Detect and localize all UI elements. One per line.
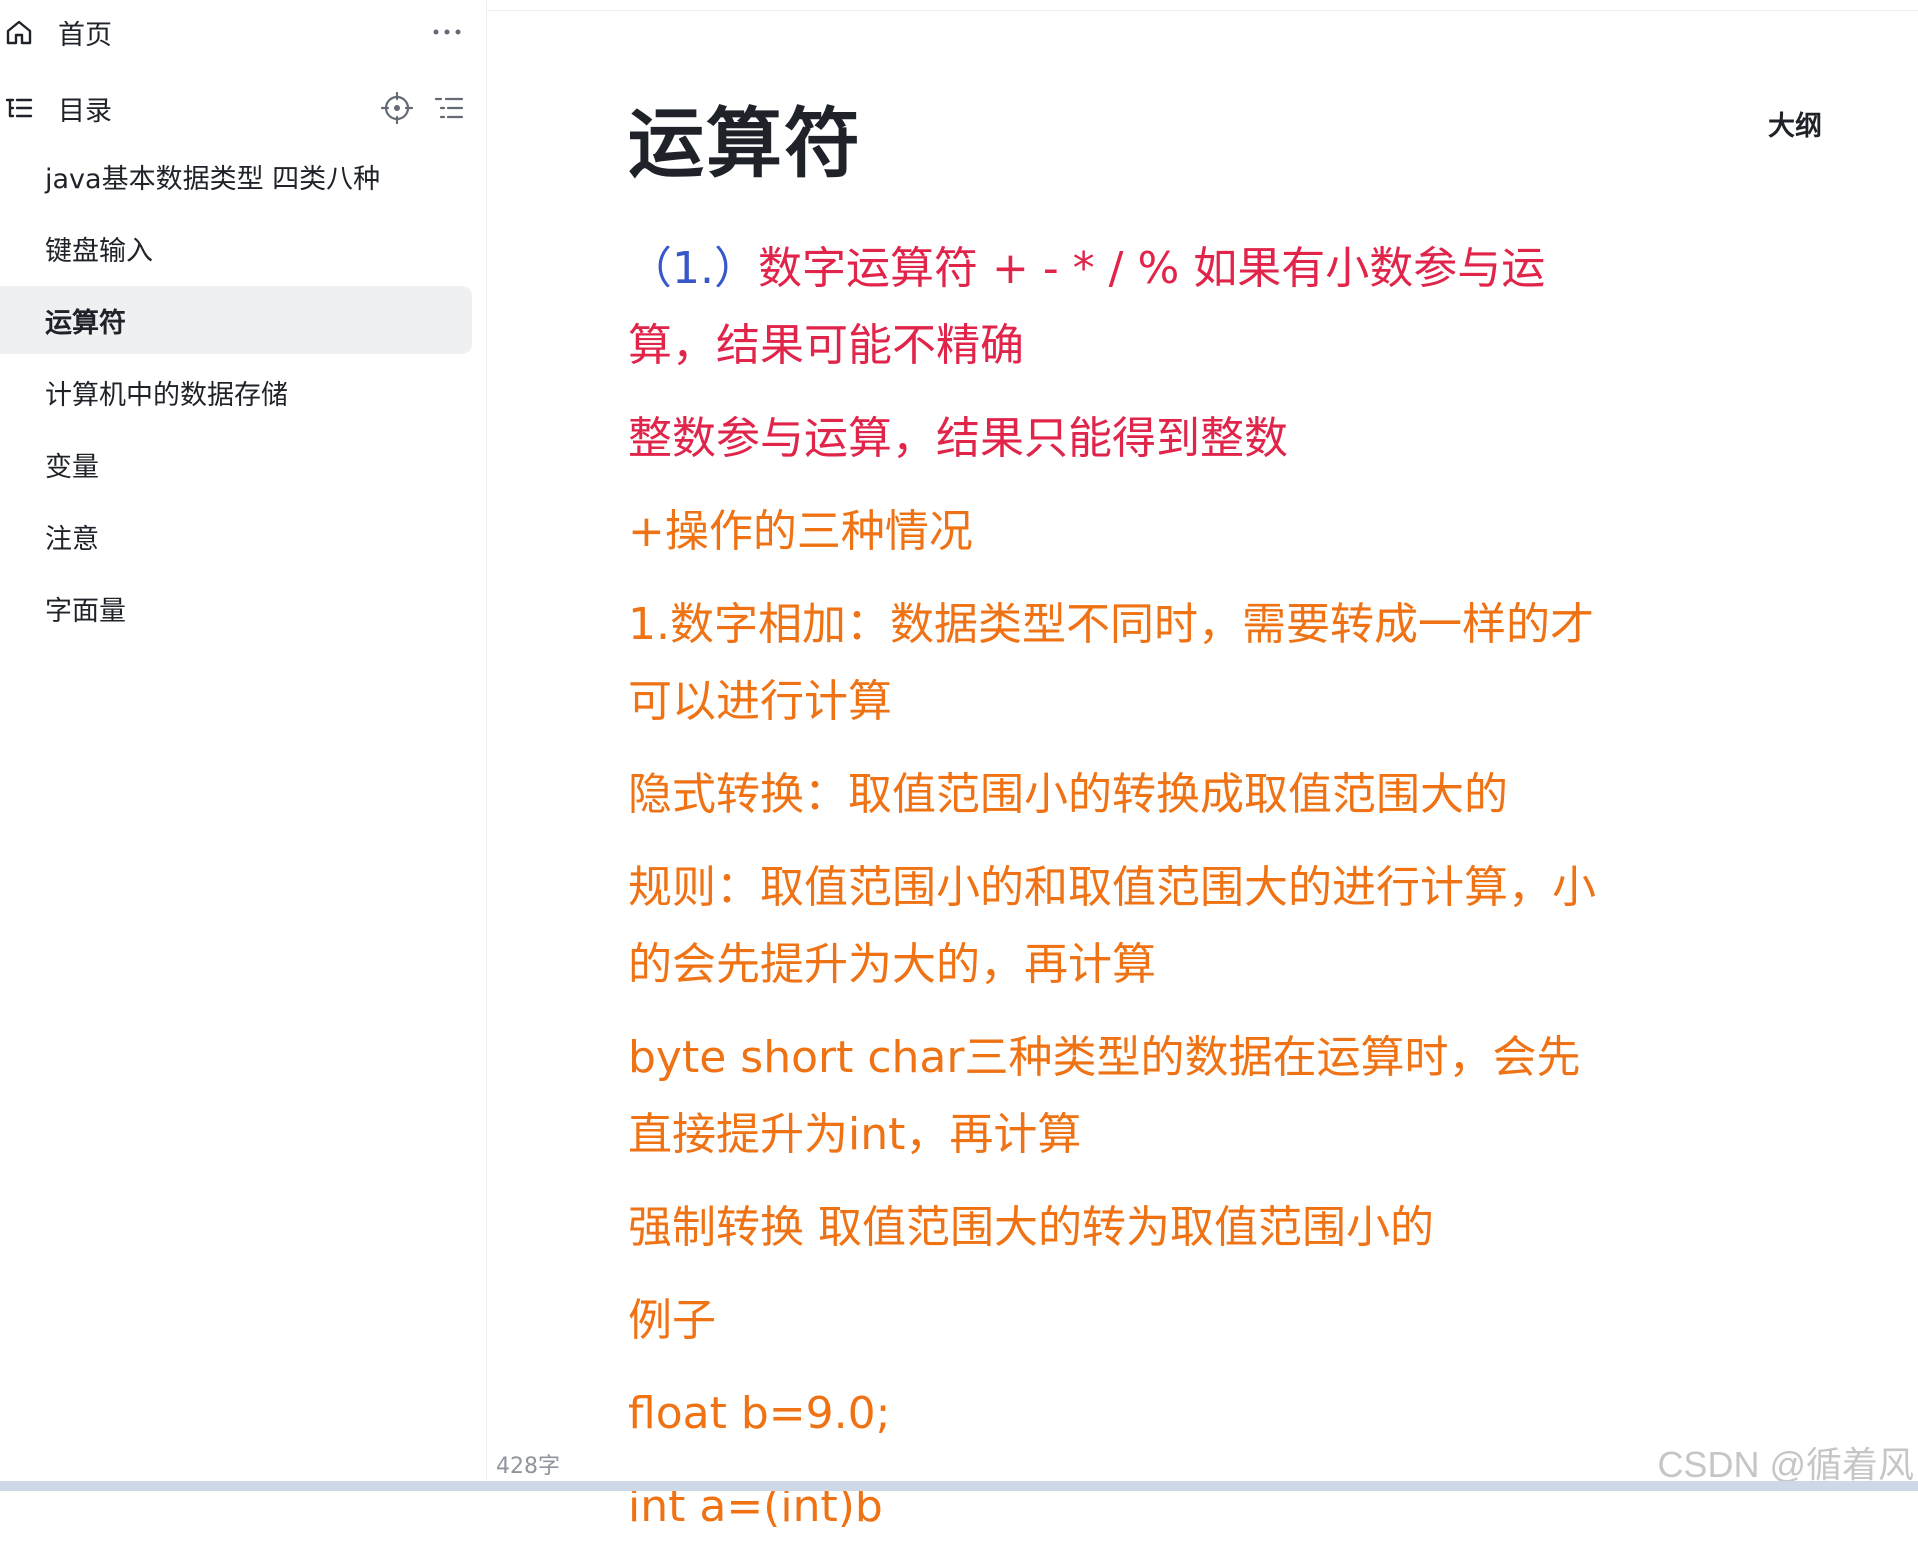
paragraph-arithmetic-operators: （1.）数字运算符 + - * / % 如果有小数参与运算，结果可能不精确 bbox=[628, 230, 1608, 384]
locate-crosshair-icon[interactable] bbox=[380, 91, 414, 125]
toc-item-variables[interactable]: 变量 bbox=[0, 430, 472, 498]
paragraph-number-addition: 1.数字相加：数据类型不同时，需要转成一样的才可以进行计算 bbox=[628, 599, 1594, 727]
paragraph-explicit-conversion: 强制转换 取值范围大的转为取值范围小的 bbox=[628, 1202, 1434, 1253]
paragraph-byte-short-char: byte short char三种类型的数据在运算时，会先直接提升为int，再计… bbox=[628, 1032, 1581, 1160]
sidebar-home-row[interactable]: 首页 bbox=[0, 0, 486, 64]
toc-item-notes[interactable]: 注意 bbox=[0, 502, 472, 570]
paragraph-number-prefix: （1.） bbox=[628, 243, 758, 294]
toc-item-keyboard-input[interactable]: 键盘输入 bbox=[0, 214, 472, 282]
paragraph-example-label: 例子 bbox=[628, 1295, 716, 1346]
top-divider bbox=[487, 10, 1918, 11]
paragraph-arithmetic-text: 数字运算符 + - * / % 如果有小数参与运算，结果可能不精确 bbox=[628, 243, 1546, 371]
document-body[interactable]: （1.）数字运算符 + - * / % 如果有小数参与运算，结果可能不精确 整数… bbox=[628, 230, 1608, 1561]
bottom-scroll-bar bbox=[0, 1481, 1918, 1491]
outline-label[interactable]: 大纲 bbox=[1768, 104, 1822, 143]
paragraph-integer-rule: 整数参与运算，结果只能得到整数 bbox=[628, 413, 1288, 464]
sidebar: 首页 目录 java基本数据类型 四类八种 键盘输入 运算符 计算机中的数据存储… bbox=[0, 0, 487, 1491]
paragraph-code-int-cast: int a=(int)b bbox=[628, 1481, 883, 1532]
page-title: 运算符 bbox=[628, 99, 862, 188]
sidebar-toc-label: 目录 bbox=[58, 95, 112, 127]
word-count: 428字 bbox=[496, 1454, 560, 1479]
sidebar-home-label: 首页 bbox=[58, 19, 112, 51]
toc-list-icon bbox=[5, 98, 33, 118]
toc-item-data-types[interactable]: java基本数据类型 四类八种 bbox=[0, 142, 472, 210]
toc-list: java基本数据类型 四类八种 键盘输入 运算符 计算机中的数据存储 变量 注意… bbox=[0, 142, 486, 646]
paragraph-code-float: float b=9.0; bbox=[628, 1388, 891, 1439]
toc-item-data-storage[interactable]: 计算机中的数据存储 bbox=[0, 358, 472, 426]
sidebar-toc-row[interactable]: 目录 bbox=[0, 76, 486, 140]
more-dots-icon[interactable] bbox=[430, 17, 464, 47]
paragraph-plus-cases: +操作的三种情况 bbox=[628, 506, 973, 557]
outline-toggle-icon[interactable] bbox=[432, 91, 466, 125]
paragraph-conversion-rule: 规则：取值范围小的和取值范围大的进行计算，小的会先提升为大的，再计算 bbox=[628, 862, 1596, 990]
home-icon bbox=[6, 20, 32, 45]
toc-item-literals[interactable]: 字面量 bbox=[0, 574, 472, 642]
toc-item-operators[interactable]: 运算符 bbox=[0, 286, 472, 354]
paragraph-implicit-conversion: 隐式转换：取值范围小的转换成取值范围大的 bbox=[628, 769, 1508, 820]
